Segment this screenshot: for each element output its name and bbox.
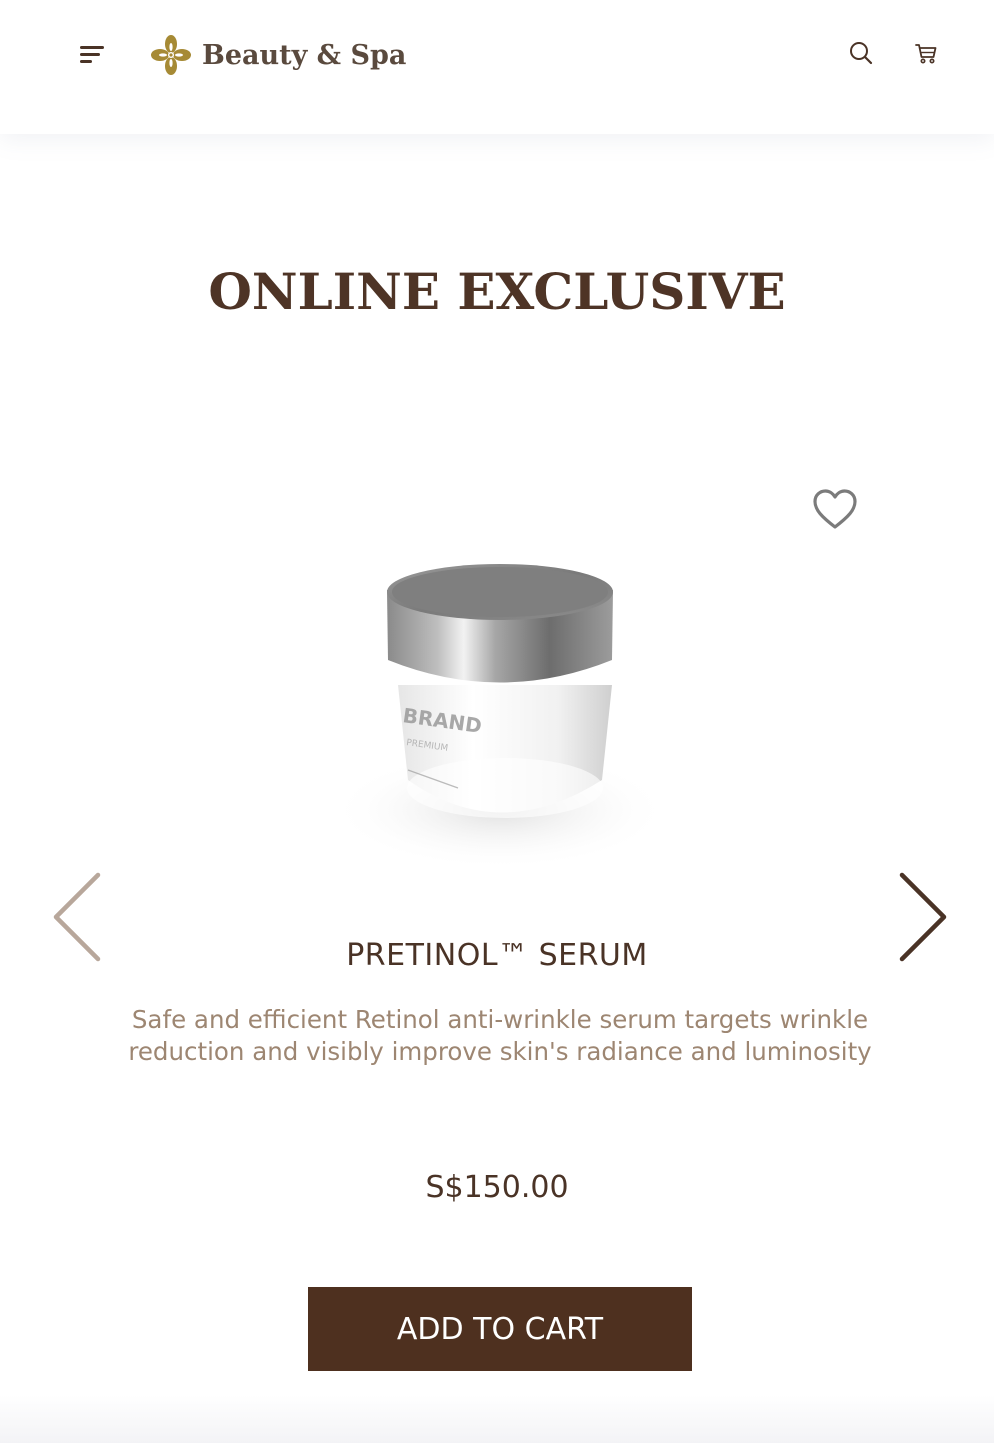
product-price: S$150.00: [425, 1170, 569, 1205]
cream-jar-image: BRAND PREMIUM: [330, 564, 670, 870]
menu-icon-line: [80, 53, 100, 56]
section-title: ONLINE EXCLUSIVE: [208, 262, 786, 321]
menu-icon-line: [80, 46, 104, 49]
heart-icon: [813, 489, 857, 529]
menu-button[interactable]: [76, 40, 110, 70]
brand-name: Beauty & Spa: [202, 39, 407, 71]
product-name[interactable]: PRETINOL™ SERUM: [0, 938, 994, 973]
search-button[interactable]: [846, 38, 876, 68]
menu-icon-line: [80, 60, 92, 63]
cart-icon: [915, 44, 937, 64]
search-icon: [850, 42, 873, 65]
product-description: Safe and efficient Retinol anti-wrinkle …: [128, 1005, 872, 1066]
cart-button[interactable]: [911, 38, 941, 68]
product-image[interactable]: BRAND PREMIUM: [320, 540, 680, 880]
product-page: Beauty & Spa ONLINE EXCLUSIVE BRAND PREM…: [0, 0, 994, 1443]
flower-logo-icon: [151, 35, 191, 75]
site-header: Beauty & Spa: [0, 0, 994, 134]
add-to-cart-button[interactable]: ADD TO CART: [308, 1287, 692, 1371]
wishlist-button[interactable]: [810, 486, 860, 532]
brand-logo[interactable]: Beauty & Spa: [150, 33, 406, 77]
bottom-fade: [0, 1395, 994, 1443]
